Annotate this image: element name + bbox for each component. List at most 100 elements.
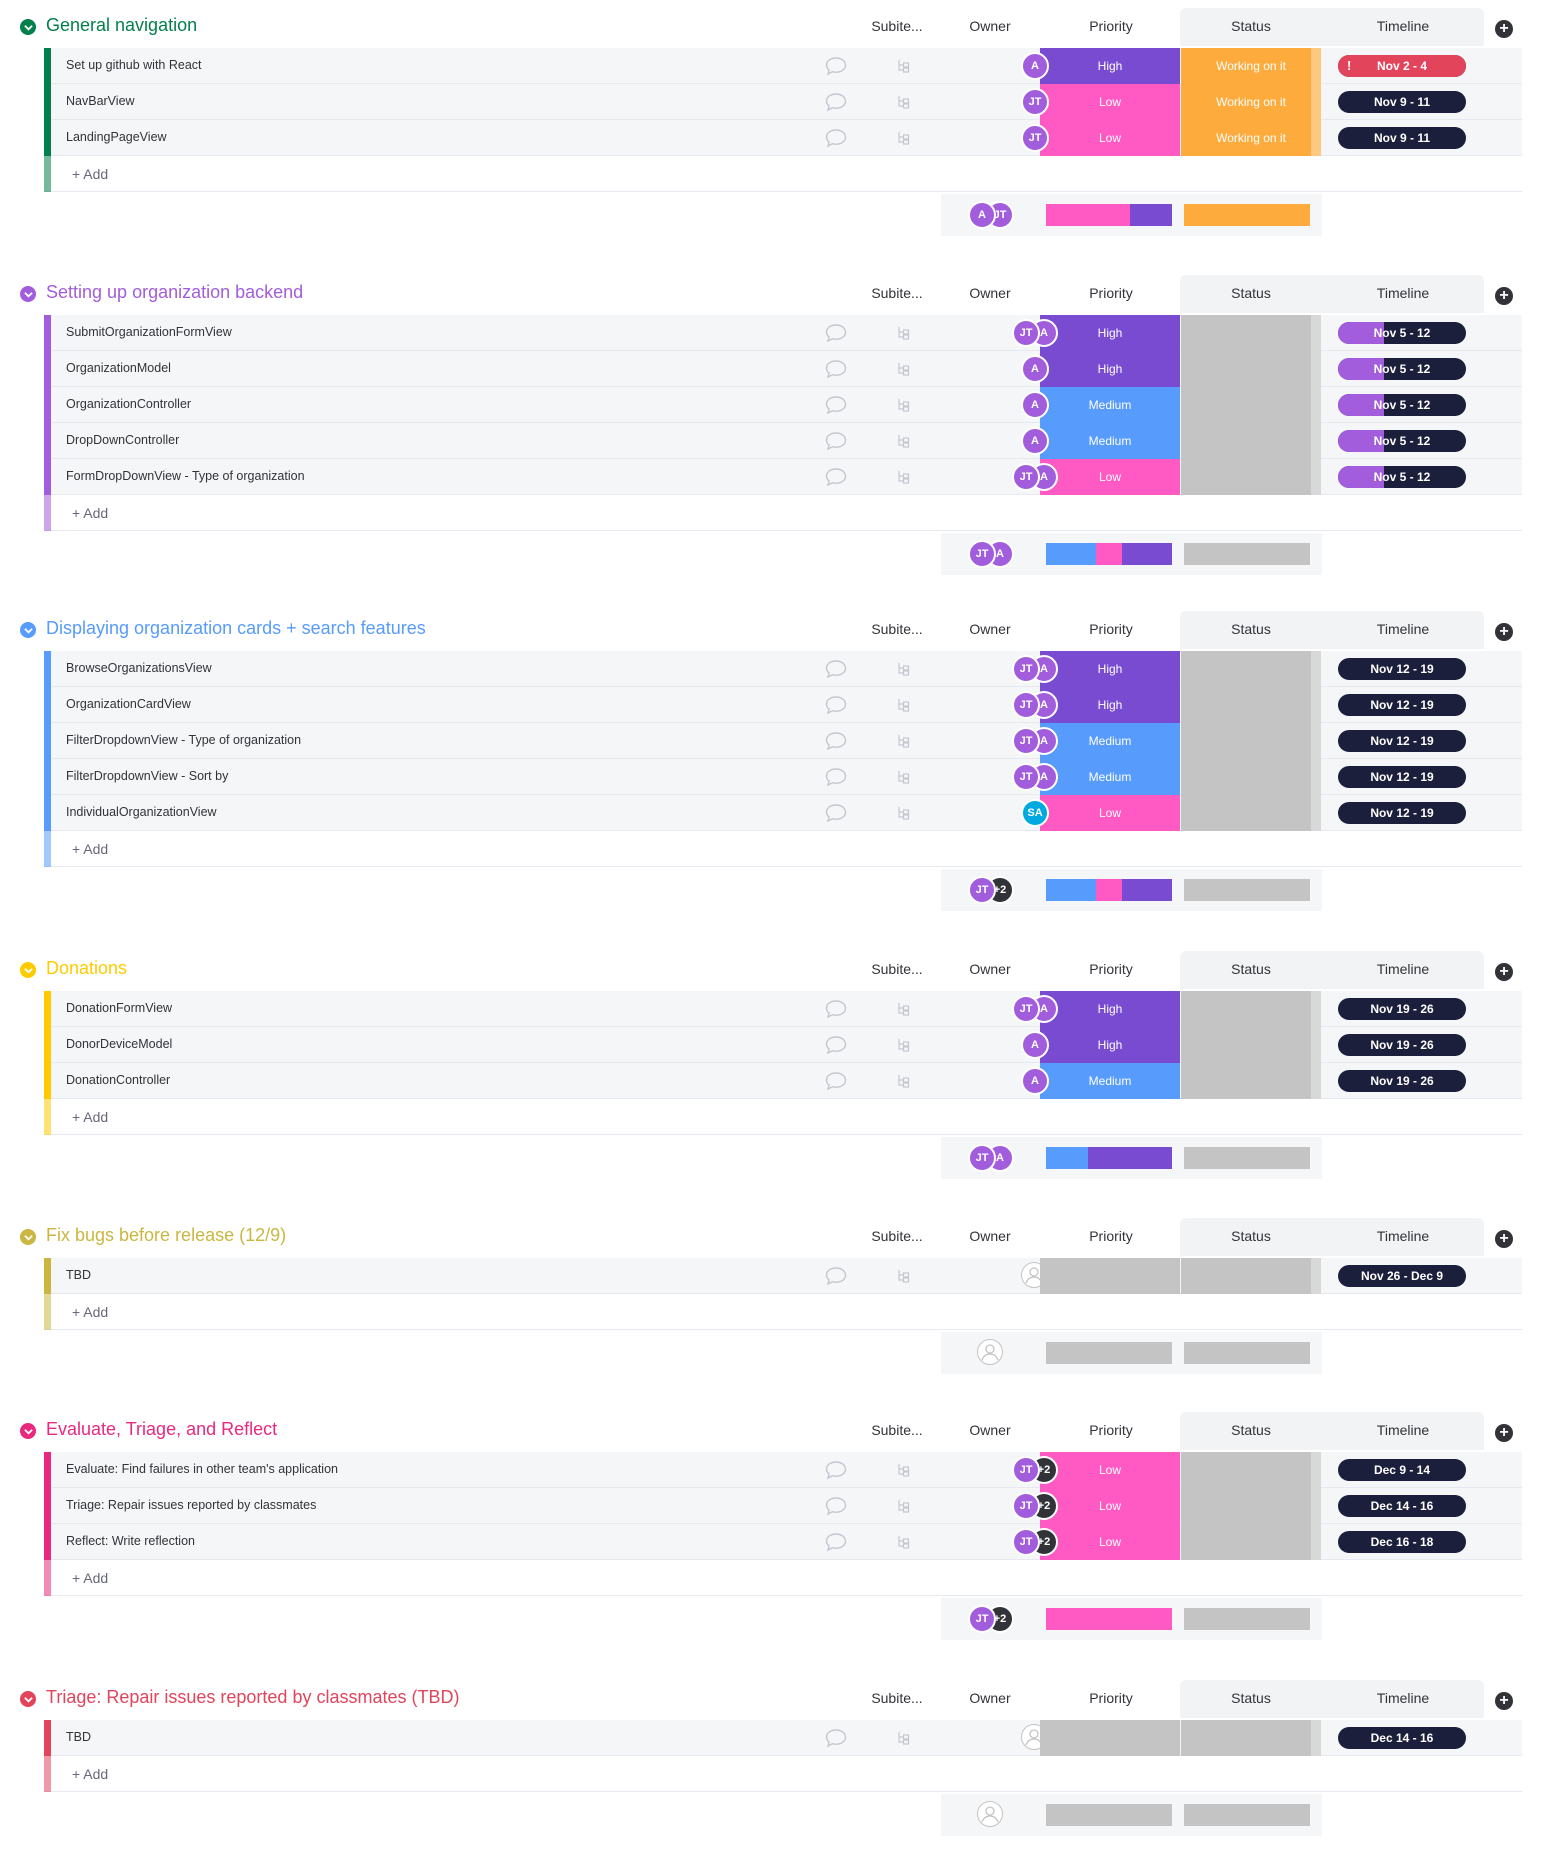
owner-avatar[interactable]: JT [1021, 88, 1049, 116]
owner-avatar[interactable]: JT [1012, 1528, 1040, 1556]
column-header-timeline[interactable]: Timeline [1353, 961, 1453, 977]
timeline-cell[interactable]: Nov 5 - 12 [1322, 459, 1522, 495]
comment-icon[interactable] [824, 1266, 848, 1286]
subitems-icon[interactable] [896, 1498, 912, 1514]
group-title[interactable]: General navigation [46, 15, 197, 36]
add-item-button[interactable]: + Add [72, 1109, 108, 1125]
column-header-priority[interactable]: Priority [1061, 285, 1161, 301]
table-row[interactable]: FilterDropdownView - Type of organizatio… [44, 723, 1522, 759]
add-column-icon[interactable]: + [1495, 963, 1513, 981]
subitems-icon[interactable] [896, 1462, 912, 1478]
status-cell[interactable] [1181, 651, 1321, 687]
column-header-timeline[interactable]: Timeline [1353, 1690, 1453, 1706]
item-name[interactable]: OrganizationCardView [66, 697, 191, 711]
timeline-cell[interactable]: Nov 19 - 26 [1322, 1027, 1522, 1063]
timeline-pill[interactable]: Dec 14 - 16 [1338, 1727, 1466, 1749]
timeline-cell[interactable]: Nov 12 - 19 [1322, 759, 1522, 795]
status-cell[interactable] [1181, 1452, 1321, 1488]
group-title[interactable]: Setting up organization backend [46, 282, 303, 303]
chevron-down-icon[interactable] [20, 19, 36, 35]
summary-owners[interactable]: JT +2 [948, 1598, 1048, 1640]
item-name[interactable]: Reflect: Write reflection [66, 1534, 195, 1548]
priority-cell[interactable]: High [1040, 991, 1180, 1027]
subitems-icon[interactable] [896, 805, 912, 821]
timeline-cell[interactable]: Dec 16 - 18 [1322, 1524, 1522, 1560]
add-item-button[interactable]: + Add [72, 1304, 108, 1320]
timeline-pill[interactable]: Dec 14 - 16 [1338, 1495, 1466, 1517]
comment-icon[interactable] [824, 731, 848, 751]
column-header-owner[interactable]: Owner [940, 621, 1040, 637]
chevron-down-icon[interactable] [20, 1423, 36, 1439]
timeline-cell[interactable]: Nov 12 - 19 [1322, 651, 1522, 687]
add-column-icon[interactable]: + [1495, 20, 1513, 38]
column-header-owner[interactable]: Owner [940, 18, 1040, 34]
add-column-icon[interactable]: + [1495, 1692, 1513, 1710]
group-title[interactable]: Displaying organization cards + search f… [46, 618, 426, 639]
add-item-button[interactable]: + Add [72, 1570, 108, 1586]
owner-avatar[interactable]: A [1021, 355, 1049, 383]
status-cell[interactable]: Working on it [1181, 84, 1321, 120]
column-header-timeline[interactable]: Timeline [1353, 1422, 1453, 1438]
status-cell[interactable]: Working on it [1181, 120, 1321, 156]
comment-icon[interactable] [824, 56, 848, 76]
summary-owners[interactable]: A JT [948, 194, 1048, 236]
comment-icon[interactable] [824, 128, 848, 148]
priority-cell[interactable]: Low [1040, 1452, 1180, 1488]
summary-status-bar[interactable] [1184, 1608, 1310, 1630]
column-header-status[interactable]: Status [1201, 1228, 1301, 1244]
status-cell[interactable] [1181, 351, 1321, 387]
table-row[interactable]: OrganizationController A Medium Nov 5 - 12 [44, 387, 1522, 423]
add-item-row[interactable]: + Add [44, 1756, 1522, 1792]
owner-avatar[interactable]: JT [1012, 995, 1040, 1023]
timeline-cell[interactable]: Nov 12 - 19 [1322, 795, 1522, 831]
table-row[interactable]: DropDownController A Medium Nov 5 - 12 [44, 423, 1522, 459]
status-cell[interactable] [1181, 315, 1321, 351]
priority-cell[interactable]: Medium [1040, 387, 1180, 423]
summary-priority-bar[interactable] [1046, 1804, 1172, 1826]
subitems-icon[interactable] [896, 769, 912, 785]
priority-cell[interactable]: Low [1040, 84, 1180, 120]
column-header-timeline[interactable]: Timeline [1353, 285, 1453, 301]
group-title[interactable]: Triage: Repair issues reported by classm… [46, 1687, 459, 1708]
add-item-button[interactable]: + Add [72, 841, 108, 857]
comment-icon[interactable] [824, 1728, 848, 1748]
subitems-icon[interactable] [896, 1534, 912, 1550]
status-cell[interactable] [1181, 1063, 1321, 1099]
owner-avatar[interactable]: A [968, 201, 996, 229]
column-header-subitems[interactable]: Subite... [847, 961, 947, 977]
timeline-cell[interactable]: Nov 26 - Dec 9 [1322, 1258, 1522, 1294]
comment-icon[interactable] [824, 999, 848, 1019]
owner-avatar[interactable]: JT [1012, 727, 1040, 755]
timeline-pill[interactable]: Nov 19 - 26 [1338, 998, 1466, 1020]
item-name[interactable]: FormDropDownView - Type of organization [66, 469, 305, 483]
table-row[interactable]: LandingPageView JT Low Working on it Nov 9 -… [44, 120, 1522, 156]
empty-owner-icon[interactable] [977, 1801, 1003, 1827]
add-column-icon[interactable]: + [1495, 1424, 1513, 1442]
summary-owners[interactable]: JT A [948, 533, 1048, 575]
priority-cell[interactable]: High [1040, 315, 1180, 351]
column-header-timeline[interactable]: Timeline [1353, 18, 1453, 34]
item-name[interactable]: DonationController [66, 1073, 170, 1087]
owner-avatar[interactable]: JT [1012, 1492, 1040, 1520]
column-header-priority[interactable]: Priority [1061, 18, 1161, 34]
timeline-cell[interactable]: Nov 9 - 11 [1322, 120, 1522, 156]
priority-cell[interactable]: Medium [1040, 759, 1180, 795]
group-title[interactable]: Fix bugs before release (12/9) [46, 1225, 286, 1246]
timeline-pill[interactable]: Nov 12 - 19 [1338, 694, 1466, 716]
add-item-button[interactable]: + Add [72, 1766, 108, 1782]
owner-avatar[interactable]: JT [1012, 1456, 1040, 1484]
subitems-icon[interactable] [896, 325, 912, 341]
status-cell[interactable]: Working on it [1181, 48, 1321, 84]
column-header-subitems[interactable]: Subite... [847, 1690, 947, 1706]
priority-cell[interactable] [1040, 1720, 1180, 1756]
subitems-icon[interactable] [896, 1073, 912, 1089]
timeline-pill[interactable]: Nov 5 - 12 [1338, 430, 1466, 452]
summary-priority-bar[interactable] [1046, 543, 1172, 565]
column-header-owner[interactable]: Owner [940, 1690, 1040, 1706]
column-header-priority[interactable]: Priority [1061, 961, 1161, 977]
priority-cell[interactable]: Medium [1040, 1063, 1180, 1099]
timeline-cell[interactable]: Nov 5 - 12 [1322, 351, 1522, 387]
status-cell[interactable] [1181, 1720, 1321, 1756]
timeline-pill[interactable]: ! Nov 2 - 4 [1338, 55, 1466, 77]
timeline-cell[interactable]: Nov 12 - 19 [1322, 723, 1522, 759]
